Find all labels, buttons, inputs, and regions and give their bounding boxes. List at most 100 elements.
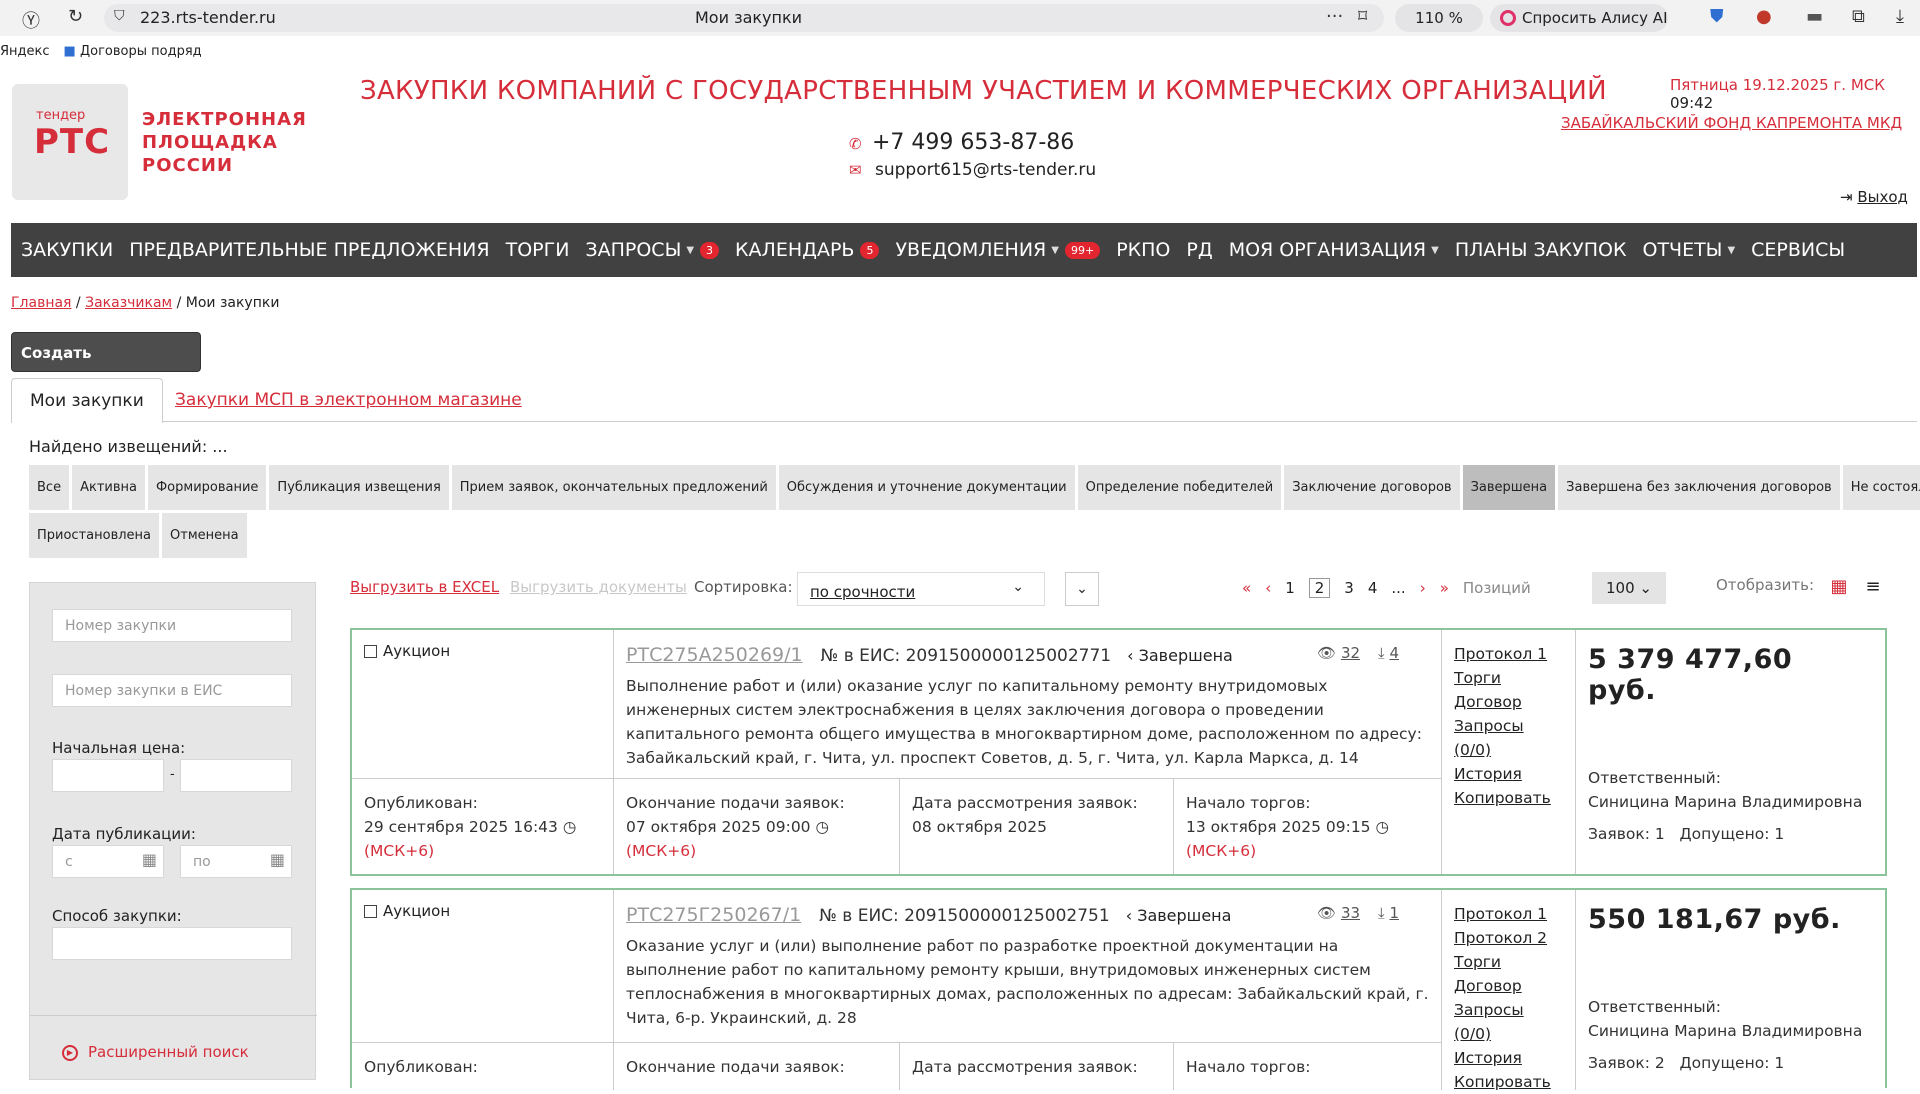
sort-select[interactable]: по срочности ⌄ (797, 572, 1045, 606)
purchase-number-input[interactable]: Номер закупки (52, 609, 292, 642)
tab-my-purchases[interactable]: Мои закупки (11, 378, 163, 423)
filter-all[interactable]: Все (29, 465, 70, 510)
grid-view-icon[interactable]: ▦ (1826, 574, 1852, 600)
price-from-input[interactable] (52, 759, 164, 792)
list-view-icon[interactable]: ≡ (1860, 574, 1886, 600)
date-from-input[interactable]: с ▦ (52, 845, 164, 878)
export-excel-link[interactable]: Выгрузить в EXCEL (350, 578, 499, 596)
nav-item-notifications[interactable]: УВЕДОМЛЕНИЯ ▼ 99+ (895, 239, 1101, 261)
bookmark-icon[interactable]: ⌑ (1358, 6, 1367, 27)
sort-direction-button[interactable]: ⌄ (1065, 572, 1099, 606)
link-history[interactable]: История (1454, 1046, 1563, 1070)
reload-icon[interactable]: ↻ (68, 6, 83, 27)
filter-active[interactable]: Активна (72, 465, 145, 510)
last-page-icon[interactable]: » (1440, 579, 1449, 597)
download-icon[interactable]: ⤓ (1896, 6, 1904, 27)
filter-cancelled[interactable]: Отменена (162, 513, 247, 558)
extension-avatar-icon[interactable]: ● (1756, 6, 1772, 27)
filter-completed-no-contract[interactable]: Завершена без заключения договоров (1558, 465, 1840, 510)
link-requests[interactable]: Запросы (0/0) (1454, 998, 1563, 1046)
link-copy[interactable]: Копировать (1454, 786, 1563, 810)
nav-item-my-organization[interactable]: МОЯ ОРГАНИЗАЦИЯ ▼ (1229, 239, 1439, 261)
nav-item-services[interactable]: СЕРВИСЫ (1751, 239, 1845, 261)
filter-accepting[interactable]: Прием заявок, окончательных предложений (451, 465, 776, 510)
filter-discussion[interactable]: Обсуждения и уточнение документации (778, 465, 1075, 510)
filter-winners[interactable]: Определение победителей (1077, 465, 1282, 510)
link-protocol[interactable]: Протокол 1 (1454, 642, 1563, 666)
date-to-input[interactable]: по ▦ (180, 845, 292, 878)
url-text[interactable]: 223.rts-tender.ru (140, 8, 276, 27)
more-icon[interactable]: ··· (1326, 6, 1343, 27)
next-page-icon[interactable]: › (1420, 579, 1426, 597)
link-contract[interactable]: Договор (1454, 974, 1563, 998)
link-history[interactable]: История (1454, 762, 1563, 786)
filter-completed[interactable]: Завершена (1462, 465, 1556, 510)
nav-item-requests[interactable]: ЗАПРОСЫ ▼ 3 (585, 239, 720, 261)
link-auction[interactable]: Торги (1454, 666, 1563, 690)
purchase-main: РТС275Г250267/1 № в ЕИС: 2091500000125002… (614, 890, 1442, 1042)
link-requests[interactable]: Запросы (0/0) (1454, 714, 1563, 762)
nav-item-reports[interactable]: ОТЧЕТЫ ▼ (1642, 239, 1735, 261)
page-ellipsis[interactable]: ... (1391, 579, 1405, 597)
link-contract[interactable]: Договор (1454, 690, 1563, 714)
calendar-icon[interactable]: ▦ (142, 850, 157, 869)
filter-suspended[interactable]: Приостановлена (29, 513, 160, 558)
alice-button[interactable]: Спросить Алису AI (1490, 4, 1668, 32)
extension-mask-icon[interactable]: ▬ (1806, 6, 1823, 27)
breadcrumb-customers[interactable]: Заказчикам (85, 295, 172, 311)
page-1[interactable]: 1 (1285, 579, 1295, 597)
filter-failed[interactable]: Не состоялась (1842, 465, 1920, 510)
select-checkbox[interactable] (364, 905, 377, 918)
page-size-select[interactable]: 100 ⌄ (1592, 572, 1666, 604)
first-page-icon[interactable]: « (1242, 579, 1251, 597)
page-2[interactable]: 2 (1308, 578, 1331, 598)
eis-number-input[interactable]: Номер закупки в ЕИС (52, 674, 292, 707)
nav-item-calendar[interactable]: КАЛЕНДАРЬ 5 (735, 239, 880, 261)
advanced-search-link[interactable]: ▶ Расширенный поиск (62, 1043, 249, 1061)
bookmark-contracts[interactable]: ■ Договоры подряд (64, 44, 202, 66)
nav-item-rd[interactable]: РД (1186, 239, 1212, 261)
status-filters: Все Активна Формирование Публикация изве… (29, 465, 1920, 561)
page-3[interactable]: 3 (1344, 579, 1354, 597)
sort-label: Сортировка: (694, 578, 793, 596)
filter-contracts[interactable]: Заключение договоров (1284, 465, 1460, 510)
organization-link[interactable]: ЗАБАЙКАЛЬСКИЙ ФОНД КАПРЕМОНТА МКД (1561, 114, 1902, 132)
yandex-icon[interactable]: Ⓨ (22, 7, 40, 33)
shield-icon[interactable]: ⛉ (114, 8, 125, 24)
extension-shield-icon[interactable]: ⛊ (1710, 6, 1724, 27)
link-protocol-2[interactable]: Протокол 2 (1454, 926, 1563, 950)
price-to-input[interactable] (180, 759, 292, 792)
views-count[interactable]: 32 (1341, 644, 1360, 662)
zoom-indicator[interactable]: 110 % (1395, 4, 1483, 32)
page-4[interactable]: 4 (1368, 579, 1378, 597)
purchase-number-link[interactable]: РТС275А250269/1 (626, 644, 803, 666)
nav-item-purchases[interactable]: ЗАКУПКИ (21, 239, 113, 261)
nav-item-auctions[interactable]: ТОРГИ (506, 239, 570, 261)
purchase-number-link[interactable]: РТС275Г250267/1 (626, 904, 801, 926)
select-checkbox[interactable] (364, 645, 377, 658)
bookmark-yandex[interactable]: Яндекс (0, 44, 50, 66)
nav-label: МОЯ ОРГАНИЗАЦИЯ (1228, 239, 1427, 261)
downloads-count[interactable]: 1 (1389, 904, 1399, 922)
purchase-description: Оказание услуг и (или) выполнение работ … (626, 937, 1429, 1027)
extensions-icon[interactable]: ⧉ (1852, 6, 1865, 27)
link-auction[interactable]: Торги (1454, 950, 1563, 974)
link-copy[interactable]: Копировать (1454, 1070, 1563, 1094)
views-count[interactable]: 33 (1341, 904, 1360, 922)
downloads-count[interactable]: 4 (1389, 644, 1399, 662)
create-notice-button[interactable]: Создать извещение▼ (11, 332, 201, 402)
filter-publication[interactable]: Публикация извещения (269, 465, 449, 510)
filter-forming[interactable]: Формирование (147, 465, 267, 510)
method-select[interactable] (52, 927, 292, 960)
export-documents-link[interactable]: Выгрузить документы (510, 578, 687, 596)
nav-item-purchase-plans[interactable]: ПЛАНЫ ЗАКУПОК (1455, 239, 1627, 261)
breadcrumb-home[interactable]: Главная (11, 295, 71, 311)
link-protocol-1[interactable]: Протокол 1 (1454, 902, 1563, 926)
nav-item-preliminary-offers[interactable]: ПРЕДВАРИТЕЛЬНЫЕ ПРЕДЛОЖЕНИЯ (129, 239, 489, 261)
prev-page-icon[interactable]: ‹ (1265, 579, 1271, 597)
logout-button[interactable]: ⇥ Выход (1840, 188, 1908, 206)
nav-item-rkpo[interactable]: РКПО (1116, 239, 1170, 261)
tab-msp-purchases[interactable]: Закупки МСП в электронном магазине (175, 390, 522, 410)
calendar-icon[interactable]: ▦ (270, 850, 285, 869)
support-email[interactable]: support615@rts-tender.ru (875, 160, 1096, 180)
